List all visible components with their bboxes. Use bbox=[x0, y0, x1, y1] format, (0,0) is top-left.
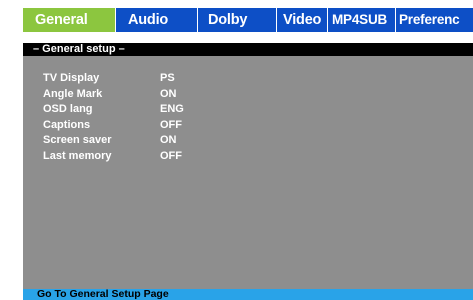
tab-dolby[interactable]: Dolby bbox=[197, 8, 276, 32]
setting-label: Last memory bbox=[43, 149, 112, 162]
setting-row-last-memory[interactable]: Last memory OFF bbox=[43, 149, 184, 165]
setting-value: ON bbox=[160, 134, 177, 146]
tab-preferences[interactable]: Preferenc bbox=[395, 8, 473, 32]
setting-row-angle-mark[interactable]: Angle Mark ON bbox=[43, 87, 184, 103]
setting-label: Captions bbox=[43, 118, 91, 131]
setting-value: OFF bbox=[160, 149, 182, 162]
status-bar: Go To General Setup Page bbox=[23, 289, 473, 300]
setting-value: OFF bbox=[160, 118, 182, 131]
setting-value: ENG bbox=[160, 103, 184, 115]
setting-label: OSD lang bbox=[43, 103, 93, 115]
settings-list: TV Display PS Angle Mark ON OSD lang ENG… bbox=[43, 71, 184, 164]
setting-row-tv-display[interactable]: TV Display PS bbox=[43, 71, 184, 87]
tab-mp4sub[interactable]: MP4SUB bbox=[327, 8, 395, 32]
setting-row-osd-lang[interactable]: OSD lang ENG bbox=[43, 102, 184, 118]
tab-general[interactable]: General bbox=[23, 8, 115, 32]
setting-row-screen-saver[interactable]: Screen saver ON bbox=[43, 133, 184, 149]
settings-panel: – General setup – TV Display PS Angle Ma… bbox=[23, 43, 473, 289]
setting-label: Screen saver bbox=[43, 134, 112, 146]
setting-value: ON bbox=[160, 87, 177, 100]
setup-screen: General Audio Dolby Video MP4SUB Prefere… bbox=[0, 0, 473, 300]
setting-label: TV Display bbox=[43, 72, 100, 84]
tab-audio[interactable]: Audio bbox=[115, 8, 197, 32]
section-title: – General setup – bbox=[23, 43, 473, 56]
setting-label: Angle Mark bbox=[43, 87, 103, 100]
tab-video[interactable]: Video bbox=[276, 8, 327, 32]
setup-tab-bar: General Audio Dolby Video MP4SUB Prefere… bbox=[23, 8, 473, 32]
setting-row-captions[interactable]: Captions OFF bbox=[43, 118, 184, 134]
setting-value: PS bbox=[160, 72, 175, 84]
